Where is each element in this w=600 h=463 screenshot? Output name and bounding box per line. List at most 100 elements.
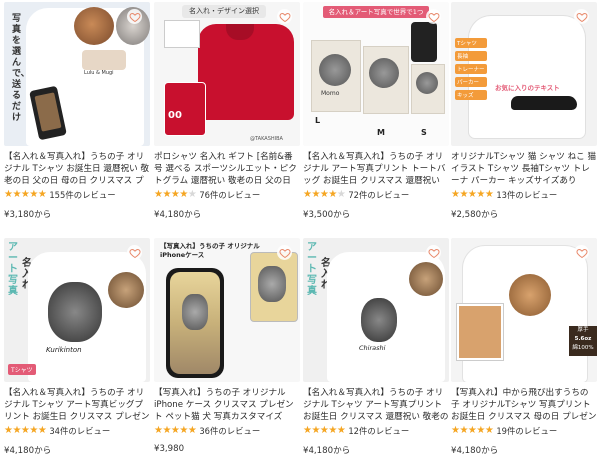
product-price: ¥4,180から — [451, 446, 499, 456]
product-title[interactable]: 【名入れ＆写真入れ】うちの子 オリジナル Tシャツ アート写真プリント お誕生日… — [303, 387, 449, 423]
vertical-label: 写真を選んで、送るだけ — [12, 14, 30, 123]
rating: ★★★★★ 72件のレビュー — [303, 189, 449, 201]
product-title[interactable]: ポロシャツ 名入れ ギフト [名前&番号 選べる スポーツシルエット・ピクトグラ… — [154, 151, 300, 187]
favorite-button[interactable] — [574, 245, 589, 260]
image-banner: 【写真入れ】うちの子 オリジナルiPhoneケース — [160, 242, 260, 259]
option-tshirt: Tシャツ — [455, 38, 487, 48]
star-rating: ★★★★★ — [451, 425, 494, 436]
rating: ★★★★★ 34件のレビュー — [4, 425, 150, 437]
shirt-name: Kurikinton — [46, 346, 82, 354]
option-parka: パーカー — [455, 77, 487, 87]
product-image[interactable]: Tシャツ 長袖 トレーナー パーカー キッズ お気に入りのテキスト — [451, 2, 597, 146]
star-rating: ★★★★★ — [303, 189, 346, 200]
heart-icon — [279, 248, 290, 258]
review-count[interactable]: 76件のレビュー — [199, 189, 260, 201]
product-image[interactable]: 名入れ＆アート写真で世界で1つ Momo L M S — [303, 2, 449, 146]
bag-name: Momo — [321, 90, 340, 97]
product-card[interactable]: 名入れ・デザイン選択 00 @TAKASHIBA ポロシャツ 名入れ ギフト [… — [154, 2, 300, 227]
review-count[interactable]: 155件のレビュー — [49, 189, 115, 201]
option-trainer: トレーナー — [455, 64, 487, 74]
favorite-button[interactable] — [277, 9, 292, 24]
product-card[interactable]: 名入れ＆アート写真で世界で1つ Momo L M S 【名入れ＆写真入れ】うちの… — [303, 2, 449, 227]
star-rating: ★★★★★ — [154, 425, 197, 436]
product-image[interactable]: アート写真 名入れ Kurikinton Tシャツ — [4, 238, 150, 382]
vertical-label-art: アート写真 — [8, 242, 18, 297]
product-title[interactable]: 【名入れ＆写真入れ】うちの子 オリジナル Tシャツ お誕生日 還暦祝い 敬老の日… — [4, 151, 150, 187]
product-card[interactable]: アート写真 名入れ Kurikinton Tシャツ 【名入れ＆写真入れ】うちの子… — [4, 238, 150, 463]
review-count[interactable]: 19件のレビュー — [496, 425, 557, 437]
rating: ★★★★★ 12件のレビュー — [303, 425, 449, 437]
favorite-button[interactable] — [127, 245, 142, 260]
rating: ★★★★★ 155件のレビュー — [4, 189, 150, 201]
badge-line-2: 5.6oz — [574, 336, 592, 342]
shirt-text: お気に入りのテキスト — [495, 84, 560, 92]
heart-icon — [129, 12, 140, 22]
star-rating: ★★★★★ — [154, 189, 197, 200]
product-price: ¥3,500から — [303, 210, 351, 220]
product-card[interactable]: アート写真 名入れ Chirashi 【名入れ＆写真入れ】うちの子 オリジナル … — [303, 238, 449, 463]
review-count[interactable]: 13件のレビュー — [496, 189, 557, 201]
product-title[interactable]: 【名入れ＆写真入れ】うちの子 オリジナル Tシャツ アート写真ビッグプリント お… — [4, 387, 150, 423]
review-count[interactable]: 72件のレビュー — [348, 189, 409, 201]
review-count[interactable]: 36件のレビュー — [199, 425, 260, 437]
vertical-label-art: アート写真 — [307, 242, 317, 297]
product-grid: Lulu & Mugi 写真を選んで、送るだけ 【名入れ＆写真入れ】うちの子 オ… — [0, 0, 600, 458]
rating: ★★★★★ 76件のレビュー — [154, 189, 300, 201]
size-l: L — [315, 116, 321, 125]
rating: ★★★★★ 13件のレビュー — [451, 189, 597, 201]
product-image[interactable]: 【写真入れ】うちの子 オリジナルiPhoneケース — [154, 238, 300, 382]
review-count[interactable]: 34件のレビュー — [49, 425, 110, 437]
product-card[interactable]: Lulu & Mugi 写真を選んで、送るだけ 【名入れ＆写真入れ】うちの子 オ… — [4, 2, 150, 227]
favorite-button[interactable] — [277, 245, 292, 260]
product-title[interactable]: オリジナルTシャツ 猫 シャツ ねこ 猫イラスト Tシャツ 長袖Tシャツ トレー… — [451, 151, 597, 187]
product-title[interactable]: 【写真入れ】うちの子 オリジナル iPhone ケース クリスマス プレゼント … — [154, 387, 300, 423]
heart-icon — [576, 12, 587, 22]
favorite-button[interactable] — [574, 9, 589, 24]
product-card[interactable]: Tシャツ 長袖 トレーナー パーカー キッズ お気に入りのテキスト オリジナルT… — [451, 2, 597, 227]
badge-line-3: 綿100% — [572, 345, 594, 351]
review-count[interactable]: 12件のレビュー — [348, 425, 409, 437]
image-credit: @TAKASHIBA — [250, 136, 283, 142]
product-card[interactable]: 厚手 5.6oz 綿100% 【写真入れ】中から飛び出すうちの子 オリジナルTシ… — [451, 238, 597, 463]
heart-icon — [428, 248, 439, 258]
product-image[interactable]: 名入れ・デザイン選択 00 @TAKASHIBA — [154, 2, 300, 146]
star-rating: ★★★★★ — [303, 425, 346, 436]
product-price: ¥3,980 — [154, 444, 185, 454]
heart-icon — [279, 12, 290, 22]
product-price: ¥3,180から — [4, 210, 52, 220]
product-price: ¥2,580から — [451, 210, 499, 220]
rating: ★★★★★ 36件のレビュー — [154, 425, 300, 437]
option-longsleeve: 長袖 — [455, 51, 487, 61]
favorite-button[interactable] — [426, 245, 441, 260]
option-kids: キッズ — [455, 90, 487, 100]
product-image[interactable]: Lulu & Mugi 写真を選んで、送るだけ — [4, 2, 150, 146]
product-card[interactable]: 【写真入れ】うちの子 オリジナルiPhoneケース 【写真入れ】うちの子 オリジ… — [154, 238, 300, 463]
star-rating: ★★★★★ — [4, 189, 47, 200]
jersey-number: 00 — [168, 110, 182, 121]
badge-line-1: 厚手 — [577, 327, 589, 333]
heart-icon — [428, 12, 439, 22]
favorite-button[interactable] — [426, 9, 441, 24]
size-m: M — [377, 128, 385, 137]
product-image[interactable]: アート写真 名入れ Chirashi — [303, 238, 449, 382]
product-price: ¥4,180から — [303, 446, 351, 456]
shirt-name: Chirashi — [359, 344, 386, 352]
product-price: ¥4,180から — [154, 210, 202, 220]
option-tshirt: Tシャツ — [8, 364, 36, 375]
image-banner: 名入れ・デザイン選択 — [182, 5, 266, 18]
option-list: Tシャツ 長袖 トレーナー パーカー キッズ — [455, 38, 487, 100]
image-banner: 名入れ＆アート写真で世界で1つ — [323, 6, 429, 18]
star-rating: ★★★★★ — [451, 189, 494, 200]
product-title[interactable]: 【写真入れ】中から飛び出すうちの子 オリジナルTシャツ 写真プリント お誕生日 … — [451, 387, 597, 423]
size-s: S — [421, 128, 427, 137]
heart-icon — [576, 248, 587, 258]
product-image[interactable]: 厚手 5.6oz 綿100% — [451, 238, 597, 382]
fabric-badge: 厚手 5.6oz 綿100% — [569, 326, 597, 356]
heart-icon — [129, 248, 140, 258]
rating: ★★★★★ 19件のレビュー — [451, 425, 597, 437]
shirt-caption: Lulu & Mugi — [84, 70, 114, 76]
star-rating: ★★★★★ — [4, 425, 47, 436]
product-title[interactable]: 【名入れ＆写真入れ】うちの子 オリジナル アート写真プリント トートバッグ お誕… — [303, 151, 449, 187]
favorite-button[interactable] — [127, 9, 142, 24]
product-price: ¥4,180から — [4, 446, 52, 456]
